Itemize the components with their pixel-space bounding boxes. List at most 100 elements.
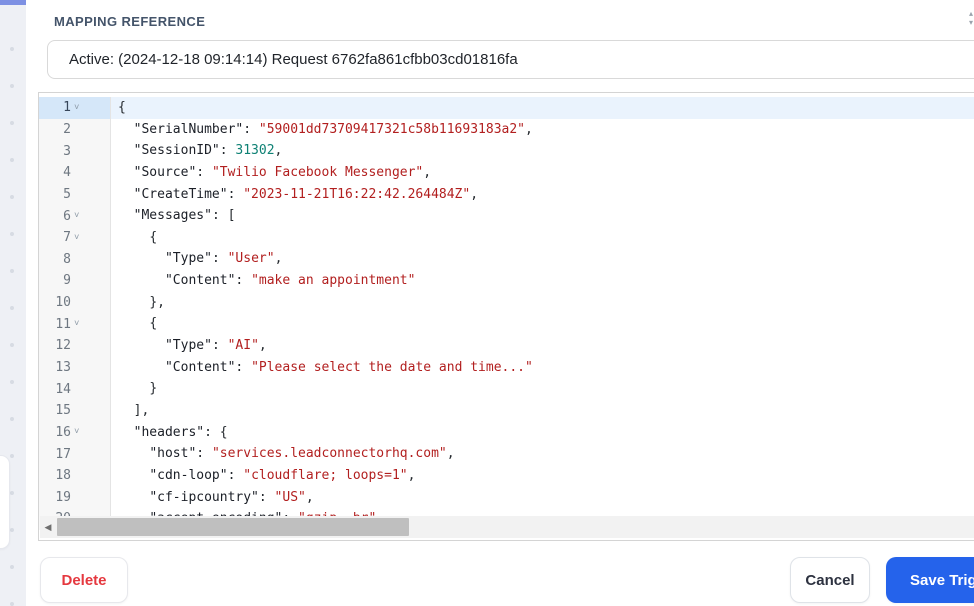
horizontal-scrollbar[interactable]: ◀ ▶: [40, 516, 974, 538]
token-str: "59001dd73709417321c58b11693183a2": [258, 121, 525, 137]
line-gutter: 17: [39, 443, 111, 465]
request-select[interactable]: Active: (2024-12-18 09:14:14) Request 67…: [47, 40, 974, 79]
code-line-content: {: [111, 313, 974, 335]
code-line: 17 "host": "services.leadconnectorhq.com…: [39, 443, 974, 465]
line-number: 7: [63, 230, 71, 246]
token-key: "Messages": [133, 208, 212, 224]
token-key: "Type": [164, 338, 212, 354]
json-editor[interactable]: 1 ˅{2 "SerialNumber": "59001dd73709417321…: [38, 92, 974, 541]
token-pun: ,: [274, 251, 283, 267]
token-str: "AI": [227, 338, 259, 354]
scrollbar-thumb[interactable]: [57, 518, 409, 536]
line-number: 2: [63, 121, 71, 137]
canvas-dot: [10, 454, 14, 458]
token-pun: :: [219, 143, 236, 159]
code-line: 14 }: [39, 378, 974, 400]
token-key: "Content": [164, 359, 236, 375]
token-pun: :: [211, 251, 228, 267]
token-key: "SessionID": [133, 143, 220, 159]
token-str: "2023-11-21T16:22:42.264484Z": [243, 186, 471, 202]
fold-chevron-icon[interactable]: ˅: [71, 103, 90, 113]
line-number: 17: [55, 446, 71, 462]
trigger-settings-panel: MAPPING REFERENCE Active: (2024-12-18 09…: [26, 0, 974, 606]
line-number: 5: [63, 186, 71, 202]
code-line: 19 "cf-ipcountry": "US",: [39, 486, 974, 509]
code-lines: 1 ˅{2 "SerialNumber": "59001dd73709417321…: [39, 93, 974, 530]
code-line: 16 ˅ "headers": {: [39, 421, 974, 444]
token-str: "cloudflare; loops=1": [243, 467, 408, 483]
canvas-dot: [10, 565, 14, 569]
code-line-content: "cf-ipcountry": "US",: [111, 487, 974, 509]
line-gutter: 2: [39, 118, 111, 141]
code-line-content: "CreateTime": "2023-11-21T16:22:42.26448…: [111, 184, 974, 206]
code-line: 11 ˅ {: [39, 313, 974, 336]
line-number: 6: [63, 208, 71, 224]
line-number: 16: [55, 424, 71, 440]
token-pun: :: [235, 273, 252, 289]
line-number: 14: [55, 381, 71, 397]
code-line-content: "SessionID": 31302,: [111, 140, 974, 162]
code-line-content: "Type": "User",: [111, 248, 974, 270]
line-number: 15: [55, 403, 71, 419]
token-key: "CreateTime": [133, 186, 228, 202]
token-str: "Twilio Facebook Messenger": [211, 164, 424, 180]
line-gutter: 9: [39, 270, 111, 292]
fold-chevron-icon[interactable]: ˅: [71, 319, 90, 329]
line-number: 10: [55, 295, 71, 311]
token-pun: :: [243, 121, 259, 137]
fold-chevron-icon[interactable]: ˅: [71, 233, 90, 243]
token-str: "services.leadconnectorhq.com": [211, 446, 447, 462]
code-line: 8 "Type": "User",: [39, 248, 974, 271]
line-gutter: 12: [39, 335, 111, 357]
code-line: 12 "Type": "AI",: [39, 335, 974, 357]
token-pun: :: [196, 164, 212, 180]
code-line-content: ],: [111, 400, 974, 422]
token-pun: :: [196, 446, 212, 462]
canvas-dot: [10, 158, 14, 162]
line-gutter: 11 ˅: [39, 313, 111, 336]
scroll-left-arrow-icon[interactable]: ◀: [41, 516, 55, 538]
line-gutter: 4: [39, 161, 111, 184]
save-trigger-button[interactable]: Save Trigger: [886, 557, 974, 603]
code-line-content: }: [111, 378, 974, 400]
token-pun: ,: [258, 338, 267, 354]
code-line-content: {: [111, 97, 974, 119]
code-line: 5 "CreateTime": "2023-11-21T16:22:42.264…: [39, 183, 974, 206]
line-number: 18: [55, 468, 71, 484]
canvas-dot: [10, 343, 14, 347]
line-number: 13: [55, 360, 71, 375]
token-pun: :: [211, 338, 228, 354]
fold-chevron-icon[interactable]: ˅: [71, 211, 90, 221]
mapping-reference-title: MAPPING REFERENCE: [54, 14, 206, 29]
canvas-node-accent-bar: [0, 0, 26, 5]
token-pun: ,: [446, 446, 455, 462]
code-line-content: "host": "services.leadconnectorhq.com",: [111, 443, 974, 465]
line-number: 12: [55, 338, 71, 354]
token-key: "Type": [164, 251, 212, 267]
fold-chevron-icon[interactable]: ˅: [71, 427, 90, 437]
token-str: "User": [227, 251, 275, 267]
code-line: 9 "Content": "make an appointment": [39, 270, 974, 292]
delete-button[interactable]: Delete: [40, 557, 128, 603]
canvas-dot: [10, 528, 14, 532]
token-pun: ,: [423, 164, 432, 180]
code-line: 4 "Source": "Twilio Facebook Messenger",: [39, 161, 974, 184]
token-pun: {: [149, 316, 158, 332]
line-gutter: 13: [39, 356, 111, 379]
code-line: 6 ˅ "Messages": [: [39, 205, 974, 227]
token-key: "Source": [133, 164, 197, 180]
token-pun: : {: [204, 424, 228, 440]
canvas-dot: [10, 195, 14, 199]
token-str: "make an appointment": [251, 273, 416, 289]
canvas-dot: [10, 491, 14, 495]
line-gutter: 1 ˅: [39, 97, 111, 119]
line-gutter: 15: [39, 399, 111, 422]
token-str: "US": [274, 489, 306, 505]
canvas-dot: [10, 602, 14, 606]
token-key: "cf-ipcountry": [149, 489, 259, 505]
line-gutter: 14: [39, 378, 111, 400]
line-gutter: 18: [39, 464, 111, 487]
cancel-button[interactable]: Cancel: [790, 557, 870, 603]
token-pun: :: [258, 489, 275, 505]
token-key: "Content": [164, 273, 236, 289]
